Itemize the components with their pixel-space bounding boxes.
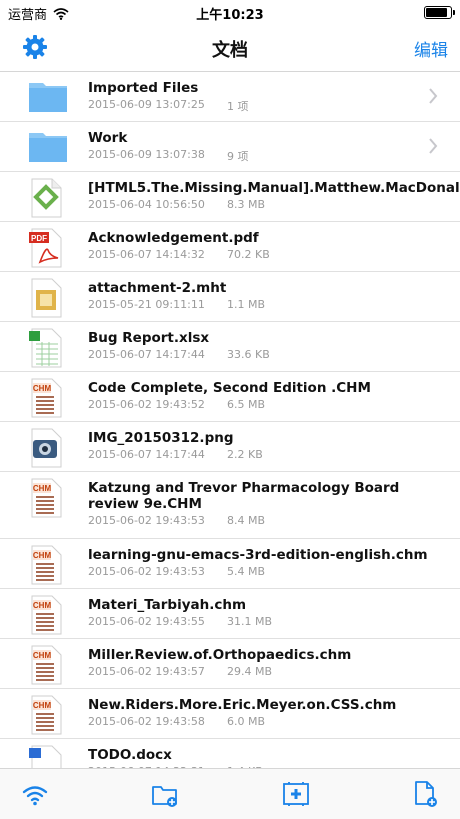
file-size: 6.0 MB (227, 715, 266, 728)
file-size: 29.4 MB (227, 665, 273, 678)
pdf-icon: PDF (28, 228, 64, 268)
file-name: Katzung and Trevor Pharmacology Board re… (88, 480, 400, 512)
docx-icon: a (28, 745, 64, 768)
file-size: 1 项 (227, 100, 249, 113)
file-row[interactable]: aTODO.docx2015-06-07 14:22:311.4 KB (0, 739, 460, 768)
file-name: Code Complete, Second Edition .CHM (88, 380, 371, 396)
file-name: Imported Files (88, 80, 199, 96)
xlsx-icon (28, 328, 64, 368)
chm-icon: CHM (28, 545, 64, 585)
edit-button[interactable]: 编辑 (414, 36, 448, 61)
file-name: [HTML5.The.Missing.Manual].Matthew.MacDo… (88, 180, 460, 196)
chevron-right-icon (428, 88, 438, 104)
chm-icon: CHM (28, 478, 64, 518)
svg-text:a: a (41, 759, 51, 768)
svg-text:CHM: CHM (33, 551, 52, 560)
file-size: 6.5 MB (227, 398, 266, 411)
file-date: 2015-06-02 19:43:53 (88, 514, 205, 527)
file-date: 2015-06-07 14:17:44 (88, 448, 205, 461)
chm-icon: CHM (28, 378, 64, 418)
file-row[interactable]: CHM Miller.Review.of.Orthopaedics.chm 2015… (0, 639, 460, 689)
file-size: 70.2 KB (227, 248, 270, 261)
file-row[interactable]: IMG_20150312.png 2015-06-07 14:17:44 2.2 K… (0, 422, 460, 472)
file-row[interactable]: CHM New.Riders.More.Eric.Meyer.on.CSS.chm… (0, 689, 460, 739)
file-row[interactable]: Bug Report.xlsx 2015-06-07 14:17:44 33.6 K… (0, 322, 460, 372)
chm-icon: CHM (28, 595, 64, 635)
file-date: 2015-06-02 19:43:58 (88, 715, 205, 728)
file-name: learning-gnu-emacs-3rd-edition-english.c… (88, 547, 428, 563)
file-row[interactable]: CHM learning-gnu-emacs-3rd-edition-englis… (0, 539, 460, 589)
new-folder-icon[interactable] (150, 779, 180, 809)
file-name: Work (88, 130, 128, 146)
file-row[interactable]: CHM Materi_Tarbiyah.chm 2015-06-02 19:43:5… (0, 589, 460, 639)
file-date: 2015-06-09 13:07:25 (88, 98, 205, 111)
svg-text:CHM: CHM (33, 651, 52, 660)
file-name: TODO.docx (88, 747, 172, 763)
image-icon (28, 428, 64, 468)
file-row[interactable]: PDF Acknowledgement.pdf 2015-06-07 14:14:3… (0, 222, 460, 272)
file-date: 2015-06-07 14:14:32 (88, 248, 205, 261)
battery-icon (424, 6, 455, 19)
status-bar: 运营商 上午10:23 (0, 0, 460, 24)
file-size: 2.2 KB (227, 448, 263, 461)
file-row[interactable]: attachment-2.mht 2015-05-21 09:11:11 1.1 M… (0, 272, 460, 322)
folder-icon (28, 78, 67, 114)
svg-text:CHM: CHM (33, 384, 52, 393)
chm-icon: CHM (28, 695, 64, 735)
bottom-toolbar (0, 768, 460, 819)
file-name: IMG_20150312.png (88, 430, 234, 446)
file-name: Miller.Review.of.Orthopaedics.chm (88, 647, 352, 663)
file-date: 2015-06-02 19:43:57 (88, 665, 205, 678)
file-name: Bug Report.xlsx (88, 330, 210, 346)
file-date: 2015-06-04 10:56:50 (88, 198, 205, 211)
file-size: 5.4 MB (227, 565, 266, 578)
file-row[interactable]: CHM Katzung and Trevor Pharmacology Board… (0, 472, 460, 539)
file-row[interactable]: Imported Files 2015-06-09 13:07:25 1 项 (0, 72, 460, 122)
file-list: Imported Files 2015-06-09 13:07:25 1 项 Work… (0, 72, 460, 768)
file-size: 1.1 MB (227, 298, 266, 311)
new-file-icon[interactable] (410, 779, 440, 809)
clock: 上午10:23 (196, 8, 264, 23)
chm-icon: CHM (28, 645, 64, 685)
epub-icon (28, 178, 64, 218)
file-row[interactable]: [HTML5.The.Missing.Manual].Matthew.MacDo… (0, 172, 460, 222)
add-box-icon[interactable] (281, 779, 311, 809)
file-name: Acknowledgement.pdf (88, 230, 259, 246)
file-size: 8.3 MB (227, 198, 266, 211)
file-date: 2015-06-02 19:43:52 (88, 398, 205, 411)
file-date: 2015-06-02 19:43:55 (88, 615, 205, 628)
mht-icon (28, 278, 64, 318)
file-size: 9 项 (227, 150, 249, 163)
svg-text:PDF: PDF (31, 234, 47, 243)
file-date: 2015-06-07 14:17:44 (88, 348, 205, 361)
chevron-right-icon (428, 138, 438, 154)
svg-text:CHM: CHM (33, 484, 52, 493)
file-row[interactable]: Work 2015-06-09 13:07:38 9 项 (0, 122, 460, 172)
file-row[interactable]: CHM Code Complete, Second Edition .CHM 201… (0, 372, 460, 422)
wifi-transfer-icon[interactable] (20, 779, 50, 809)
file-size: 33.6 KB (227, 348, 270, 361)
file-size: 31.1 MB (227, 615, 273, 628)
navigation-bar: 文档 编辑 (0, 24, 460, 72)
file-size: 8.4 MB (227, 514, 266, 527)
svg-text:CHM: CHM (33, 701, 52, 710)
file-name: attachment-2.mht (88, 280, 227, 296)
file-name: Materi_Tarbiyah.chm (88, 597, 247, 613)
folder-icon (28, 128, 67, 164)
file-date: 2015-05-21 09:11:11 (88, 298, 205, 311)
battery-level (426, 8, 447, 17)
file-name: New.Riders.More.Eric.Meyer.on.CSS.chm (88, 697, 397, 713)
svg-text:CHM: CHM (33, 601, 52, 610)
file-date: 2015-06-02 19:43:53 (88, 565, 205, 578)
page-title: 文档 (212, 40, 248, 61)
file-date: 2015-06-09 13:07:38 (88, 148, 205, 161)
